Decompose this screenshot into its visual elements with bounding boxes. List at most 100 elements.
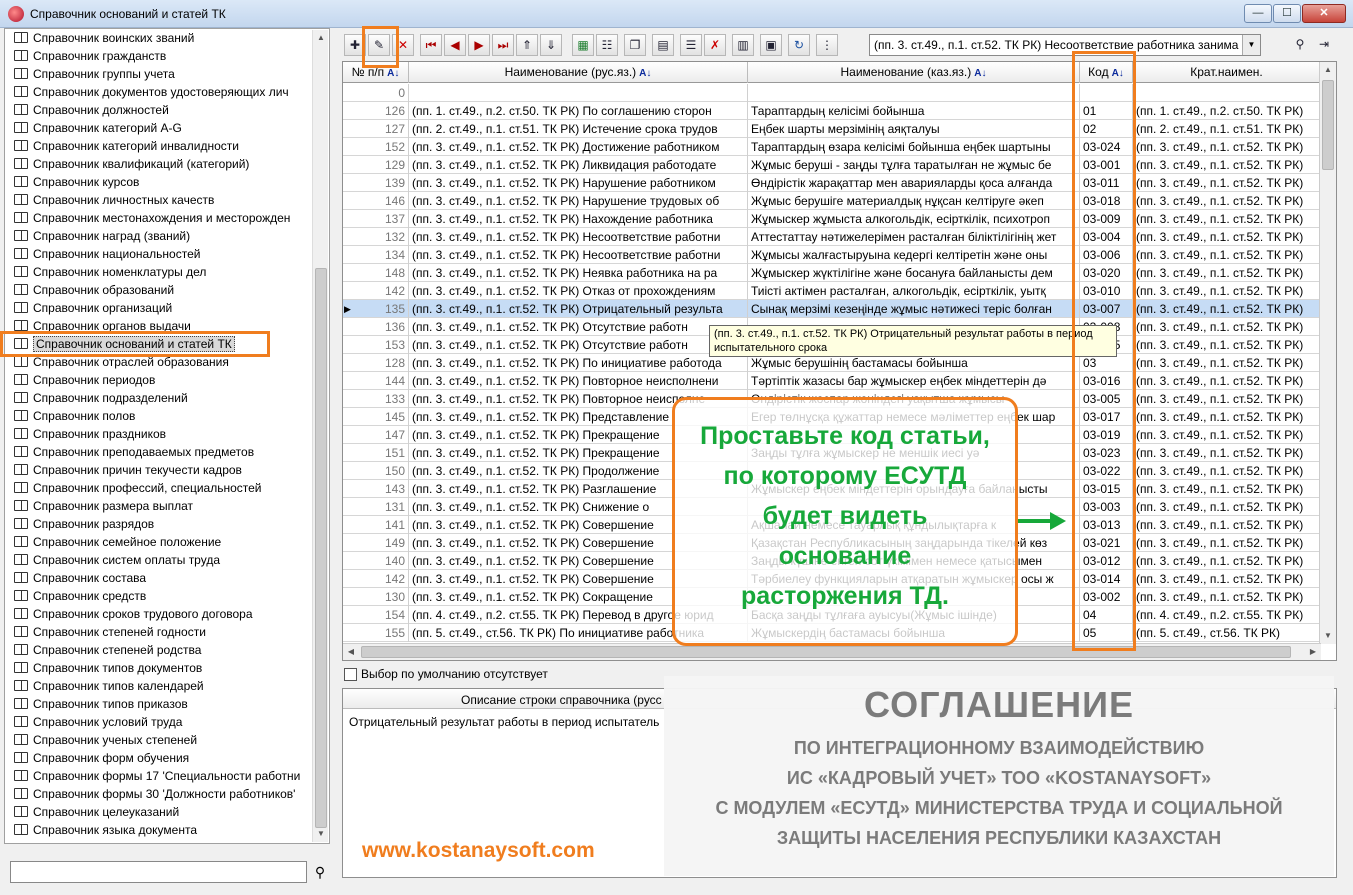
cell-num[interactable]: 126 — [355, 102, 409, 120]
cell-short-name[interactable]: (пп. 3. ст.49., п.1. ст.52. ТК РК) — [1133, 318, 1321, 336]
cell-code[interactable]: 03-007 — [1080, 300, 1133, 318]
default-checkbox[interactable] — [344, 668, 357, 681]
cell-short-name[interactable]: (пп. 5. ст.49., ст.56. ТК РК) — [1133, 624, 1321, 642]
sort-icon[interactable]: A↓ — [639, 68, 651, 79]
cell-name-ru[interactable]: (пп. 3. ст.49., п.1. ст.52. ТК РК) Нахож… — [409, 210, 748, 228]
scroll-left-icon[interactable]: ◀ — [343, 644, 359, 660]
sort-icon[interactable]: A↓ — [1112, 68, 1124, 79]
cell-code[interactable]: 03-023 — [1080, 444, 1133, 462]
edit-icon[interactable]: ✎ — [368, 34, 390, 56]
cell-name-ru[interactable]: (пп. 3. ст.49., п.1. ст.52. ТК РК) Отсут… — [409, 336, 748, 354]
cell-short-name[interactable]: (пп. 3. ст.49., п.1. ст.52. ТК РК) — [1133, 336, 1321, 354]
cell-num[interactable]: 137 — [355, 210, 409, 228]
cell-code[interactable]: 03-010 — [1080, 282, 1133, 300]
cell-name-ru[interactable]: (пп. 3. ст.49., п.1. ст.52. ТК РК) Дости… — [409, 138, 748, 156]
cell-name-ru[interactable]: (пп. 3. ст.49., п.1. ст.52. ТК РК) Повто… — [409, 372, 748, 390]
cell-code[interactable]: 03-011 — [1080, 174, 1133, 192]
cell-name-kz[interactable]: Жұмысы жалғастыруына кедергі келтіретін … — [748, 246, 1080, 264]
cell-short-name[interactable]: (пп. 3. ст.49., п.1. ст.52. ТК РК) — [1133, 174, 1321, 192]
reference-list-item[interactable]: Справочник форм обучения — [7, 749, 313, 767]
cell-num[interactable]: 133 — [355, 390, 409, 408]
reference-list-item[interactable]: Справочник средств — [7, 587, 313, 605]
cell-name-kz[interactable]: Жұмыскер жұмыста алкогольдік, есірткілік… — [748, 210, 1080, 228]
table-row[interactable]: 142 (пп. 3. ст.49., п.1. ст.52. ТК РК) От… — [343, 282, 1321, 300]
scroll-thumb[interactable] — [1322, 80, 1334, 170]
cell-short-name[interactable]: (пп. 3. ст.49., п.1. ст.52. ТК РК) — [1133, 480, 1321, 498]
cell-short-name[interactable]: (пп. 3. ст.49., п.1. ст.52. ТК РК) — [1133, 408, 1321, 426]
cell-code[interactable]: 03-013 — [1080, 516, 1133, 534]
cell-num[interactable]: 143 — [355, 480, 409, 498]
cell-code[interactable]: 02 — [1080, 120, 1133, 138]
cell-code[interactable]: 03-009 — [1080, 210, 1133, 228]
cell-num[interactable]: 132 — [355, 228, 409, 246]
reference-list-item[interactable]: Справочник степеней родства — [7, 641, 313, 659]
move-down-icon[interactable]: ⇓ — [540, 34, 562, 56]
table-row[interactable]: 129 (пп. 3. ст.49., п.1. ст.52. ТК РК) Ли… — [343, 156, 1321, 174]
cell-code[interactable]: 03-018 — [1080, 192, 1133, 210]
table-row[interactable]: 126 (пп. 1. ст.49., п.2. ст.50. ТК РК) По… — [343, 102, 1321, 120]
copy-icon[interactable]: ❐ — [624, 34, 646, 56]
cell-code[interactable]: 03-005 — [1080, 390, 1133, 408]
cell-name-kz[interactable]: Сынақ мерзімі кезеңінде жұмыс нәтижесі т… — [748, 300, 1080, 318]
cell-name-ru[interactable]: (пп. 1. ст.49., п.2. ст.50. ТК РК) По со… — [409, 102, 748, 120]
cell-name-kz[interactable]: Жұмыскер жүктілігіне және босануға байла… — [748, 264, 1080, 282]
cell-name-ru[interactable]: (пп. 3. ст.49., п.1. ст.52. ТК РК) Наруш… — [409, 192, 748, 210]
cell-name-kz[interactable]: Тараптардың өзара келісімі бойынша еңбек… — [748, 138, 1080, 156]
cell-name-kz[interactable]: Еңбек шарты мерзімінің аяқталуы — [748, 120, 1080, 138]
maximize-button[interactable]: ☐ — [1273, 4, 1301, 23]
cell-code[interactable]: 03-021 — [1080, 534, 1133, 552]
header-num[interactable]: № п/п A↓ — [343, 62, 409, 83]
cell-short-name[interactable]: (пп. 3. ст.49., п.1. ст.52. ТК РК) — [1133, 444, 1321, 462]
reference-list-item[interactable]: Справочник подразделений — [7, 389, 313, 407]
cell-code[interactable]: 03-014 — [1080, 570, 1133, 588]
reference-list-item[interactable]: Справочник органов выдачи — [7, 317, 313, 335]
reference-list-item[interactable]: Справочник степеней годности — [7, 623, 313, 641]
cell-short-name[interactable]: (пп. 3. ст.49., п.1. ст.52. ТК РК) — [1133, 156, 1321, 174]
cell-short-name[interactable]: (пп. 3. ст.49., п.1. ст.52. ТК РК) — [1133, 516, 1321, 534]
binoculars-icon[interactable]: ⚲ — [1289, 34, 1311, 56]
reference-list-item[interactable]: Справочник отраслей образования — [7, 353, 313, 371]
table-row[interactable]: 139 (пп. 3. ст.49., п.1. ст.52. ТК РК) На… — [343, 174, 1321, 192]
cell-code[interactable]: 03-020 — [1080, 264, 1133, 282]
cell-num[interactable]: 151 — [355, 444, 409, 462]
cell-code[interactable]: 03-024 — [1080, 138, 1133, 156]
cell-short-name[interactable]: (пп. 4. ст.49., п.2. ст.55. ТК РК) — [1133, 606, 1321, 624]
binoculars-icon[interactable]: ⚲ — [309, 861, 331, 883]
cell-name-kz[interactable]: Жұмыс беруші - заңды тұлға таратылған не… — [748, 156, 1080, 174]
cell-code[interactable]: 03-002 — [1080, 588, 1133, 606]
cell-num[interactable]: 150 — [355, 462, 409, 480]
reference-list-item[interactable]: Справочник семейное положение — [7, 533, 313, 551]
scroll-up-icon[interactable]: ▲ — [313, 30, 329, 46]
cell-num[interactable]: 134 — [355, 246, 409, 264]
cell-short-name[interactable]: (пп. 3. ст.49., п.1. ст.52. ТК РК) — [1133, 354, 1321, 372]
header-short-name[interactable]: Крат.наимен. — [1133, 62, 1321, 83]
header-name-kz[interactable]: Наименование (каз.яз.) A↓ — [748, 62, 1080, 83]
cell-short-name[interactable]: (пп. 3. ст.49., п.1. ст.52. ТК РК) — [1133, 390, 1321, 408]
table-row[interactable]: 144 (пп. 3. ст.49., п.1. ст.52. ТК РК) По… — [343, 372, 1321, 390]
reference-list-item[interactable]: Справочник формы 17 'Специальности работ… — [7, 767, 313, 785]
table-row[interactable]: 127 (пп. 2. ст.49., п.1. ст.51. ТК РК) Ис… — [343, 120, 1321, 138]
reference-list-item[interactable]: Справочник полов — [7, 407, 313, 425]
delete-icon[interactable]: ✕ — [392, 34, 414, 56]
cell-name-kz[interactable]: Өндірістік жарақаттар мен аварияларды қо… — [748, 174, 1080, 192]
cell-short-name[interactable]: (пп. 1. ст.49., п.2. ст.50. ТК РК) — [1133, 102, 1321, 120]
cell-num[interactable]: 154 — [355, 606, 409, 624]
cell-name-ru[interactable]: (пп. 3. ст.49., п.1. ст.52. ТК РК) Ликви… — [409, 156, 748, 174]
cell-num[interactable]: 142 — [355, 570, 409, 588]
cell-code[interactable]: 04 — [1080, 606, 1133, 624]
table-row[interactable]: ▶ 135 (пп. 3. ст.49., п.1. ст.52. ТК РК) О… — [343, 300, 1321, 318]
table-row[interactable]: 146 (пп. 3. ст.49., п.1. ст.52. ТК РК) На… — [343, 192, 1321, 210]
cell-short-name[interactable]: (пп. 2. ст.49., п.1. ст.51. ТК РК) — [1133, 120, 1321, 138]
list-icon[interactable]: ☰ — [680, 34, 702, 56]
table-row[interactable]: 132 (пп. 3. ст.49., п.1. ст.52. ТК РК) Не… — [343, 228, 1321, 246]
left-scrollbar[interactable]: ▲ ▼ — [312, 30, 328, 842]
tree-icon[interactable]: ☷ — [596, 34, 618, 56]
reference-list-item[interactable]: Справочник группы учета — [7, 65, 313, 83]
cell-name-ru[interactable]: (пп. 3. ст.49., п.1. ст.52. ТК РК) Наруш… — [409, 174, 748, 192]
scroll-down-icon[interactable]: ▼ — [313, 826, 329, 842]
cell-num[interactable]: 135 — [355, 300, 409, 318]
reference-list-item[interactable]: Справочник размера выплат — [7, 497, 313, 515]
reference-list-item[interactable]: Справочник гражданств — [7, 47, 313, 65]
hscroll-thumb[interactable] — [361, 646, 1291, 658]
reference-search-input[interactable] — [10, 861, 307, 883]
